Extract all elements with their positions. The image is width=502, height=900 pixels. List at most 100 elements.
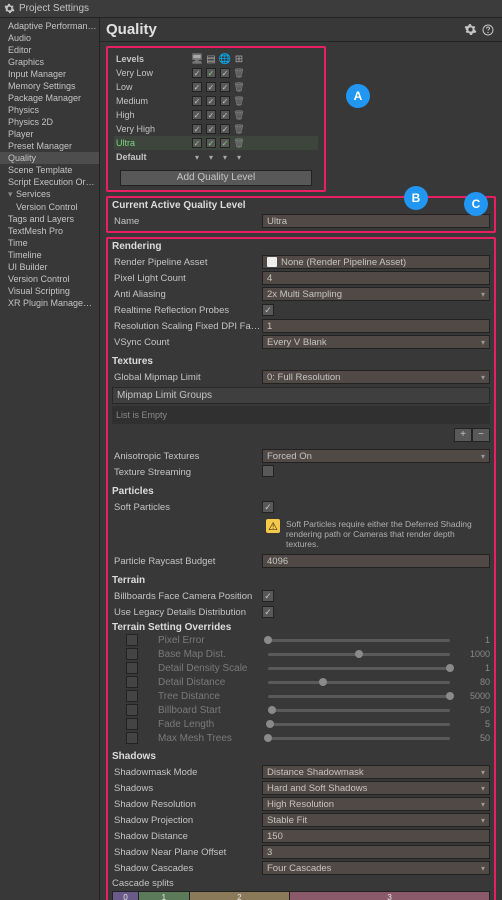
default-arrow-icon[interactable]: ▾ (204, 153, 218, 162)
trash-icon[interactable]: 🗑 (233, 68, 244, 79)
trash-icon[interactable]: 🗑 (233, 96, 244, 107)
mipmap-limit-dropdown[interactable]: 0: Full Resolution (262, 370, 490, 384)
help-icon[interactable] (480, 22, 496, 38)
vsync-dropdown[interactable]: Every V Blank (262, 335, 490, 349)
slider-thumb[interactable] (319, 678, 327, 686)
override-slider[interactable] (268, 653, 450, 656)
sidebar-item[interactable]: Scene Template (0, 164, 99, 176)
level-platform-checkbox[interactable]: ✓ (206, 82, 216, 92)
sidebar-item[interactable]: Audio (0, 32, 99, 44)
dpi-field[interactable]: 1 (262, 319, 490, 333)
level-platform-checkbox[interactable]: ✓ (192, 82, 202, 92)
sidebar-item[interactable]: Physics 2D (0, 116, 99, 128)
list-remove-button[interactable]: − (472, 428, 490, 442)
level-platform-checkbox[interactable]: ✓ (192, 96, 202, 106)
list-add-button[interactable]: + (454, 428, 472, 442)
level-platform-checkbox[interactable]: ✓ (206, 138, 216, 148)
slider-thumb[interactable] (264, 734, 272, 742)
add-quality-level-button[interactable]: Add Quality Level (120, 170, 312, 186)
override-slider[interactable] (268, 723, 450, 726)
name-field[interactable]: Ultra (262, 214, 490, 228)
override-checkbox[interactable] (126, 690, 138, 702)
sidebar-item[interactable]: Script Execution Order (0, 176, 99, 188)
override-slider[interactable] (268, 667, 450, 670)
sidebar-item[interactable]: Package Manager (0, 92, 99, 104)
aa-dropdown[interactable]: 2x Multi Sampling (262, 287, 490, 301)
tex-streaming-checkbox[interactable] (262, 465, 274, 477)
sidebar-item[interactable]: Preset Manager (0, 140, 99, 152)
sidebar-item[interactable]: Adaptive Performance (0, 20, 99, 32)
soft-particles-checkbox[interactable] (262, 501, 274, 513)
sidebar-item[interactable]: Version Control (0, 273, 99, 285)
levels-row[interactable]: Ultra✓✓✓🗑 (114, 136, 318, 150)
override-checkbox[interactable] (126, 634, 138, 646)
level-platform-checkbox[interactable]: ✓ (192, 138, 202, 148)
shadow-casc-dropdown[interactable]: Four Cascades (262, 861, 490, 875)
level-platform-checkbox[interactable]: ✓ (220, 68, 230, 78)
sidebar-item[interactable]: Visual Scripting (0, 285, 99, 297)
slider-thumb[interactable] (266, 720, 274, 728)
override-checkbox[interactable] (126, 676, 138, 688)
sidebar-item[interactable]: Timeline (0, 249, 99, 261)
sidebar-item[interactable]: TextMesh Pro (0, 225, 99, 237)
levels-row[interactable]: Low✓✓✓🗑 (114, 80, 318, 94)
level-platform-checkbox[interactable]: ✓ (220, 110, 230, 120)
level-platform-checkbox[interactable]: ✓ (220, 96, 230, 106)
cascade-segment[interactable]: 113.3% (139, 892, 190, 900)
sidebar-item[interactable]: Physics (0, 104, 99, 116)
level-platform-checkbox[interactable]: ✓ (206, 110, 216, 120)
slider-thumb[interactable] (268, 706, 276, 714)
cascade-segment[interactable]: 353.3% (290, 892, 489, 900)
shadows-dropdown[interactable]: Hard and Soft Shadows (262, 781, 490, 795)
sidebar-item[interactable]: UI Builder (0, 261, 99, 273)
sidebar-item[interactable]: Player (0, 128, 99, 140)
cascade-segment[interactable]: 06.7% (113, 892, 139, 900)
legacy-checkbox[interactable] (262, 606, 274, 618)
settings-icon[interactable] (462, 22, 478, 38)
override-slider[interactable] (268, 709, 450, 712)
shadow-proj-dropdown[interactable]: Stable Fit (262, 813, 490, 827)
sidebar-item[interactable]: Version Control (0, 201, 99, 213)
level-platform-checkbox[interactable]: ✓ (192, 110, 202, 120)
sidebar-item[interactable]: Editor (0, 44, 99, 56)
override-checkbox[interactable] (126, 648, 138, 660)
trash-icon[interactable]: 🗑 (233, 124, 244, 135)
particle-budget-field[interactable]: 4096 (262, 554, 490, 568)
slider-thumb[interactable] (355, 650, 363, 658)
trash-icon[interactable]: 🗑 (233, 110, 244, 121)
level-platform-checkbox[interactable]: ✓ (206, 68, 216, 78)
default-arrow-icon[interactable]: ▾ (190, 153, 204, 162)
billboards-checkbox[interactable] (262, 590, 274, 602)
aniso-dropdown[interactable]: Forced On (262, 449, 490, 463)
sidebar-item[interactable]: Input Manager (0, 68, 99, 80)
trash-icon[interactable]: 🗑 (233, 82, 244, 93)
shadow-dist-field[interactable]: 150 (262, 829, 490, 843)
sidebar-item[interactable]: Memory Settings (0, 80, 99, 92)
default-arrow-icon[interactable]: ▾ (218, 153, 232, 162)
level-platform-checkbox[interactable]: ✓ (220, 124, 230, 134)
render-pipeline-field[interactable]: None (Render Pipeline Asset) (262, 255, 490, 269)
cascade-splits-bar[interactable]: 06.7%113.3%226.7%353.3% (112, 891, 490, 900)
level-platform-checkbox[interactable]: ✓ (192, 68, 202, 78)
override-slider[interactable] (268, 681, 450, 684)
pixel-light-field[interactable]: 4 (262, 271, 490, 285)
level-platform-checkbox[interactable]: ✓ (206, 96, 216, 106)
levels-row[interactable]: High✓✓✓🗑 (114, 108, 318, 122)
level-platform-checkbox[interactable]: ✓ (206, 124, 216, 134)
sidebar-item[interactable]: Tags and Layers (0, 213, 99, 225)
sidebar-item[interactable]: Time (0, 237, 99, 249)
slider-thumb[interactable] (446, 664, 454, 672)
override-checkbox[interactable] (126, 704, 138, 716)
trash-icon[interactable]: 🗑 (233, 138, 244, 149)
override-slider[interactable] (268, 639, 450, 642)
override-checkbox[interactable] (126, 718, 138, 730)
cascade-segment[interactable]: 226.7% (190, 892, 291, 900)
override-checkbox[interactable] (126, 732, 138, 744)
levels-row[interactable]: Very Low✓✓✓🗑 (114, 66, 318, 80)
shadow-res-dropdown[interactable]: High Resolution (262, 797, 490, 811)
sidebar-item[interactable]: Quality (0, 152, 99, 164)
slider-thumb[interactable] (446, 692, 454, 700)
level-platform-checkbox[interactable]: ✓ (220, 138, 230, 148)
sidebar-item[interactable]: ▾Services (0, 188, 99, 201)
override-slider[interactable] (268, 695, 450, 698)
